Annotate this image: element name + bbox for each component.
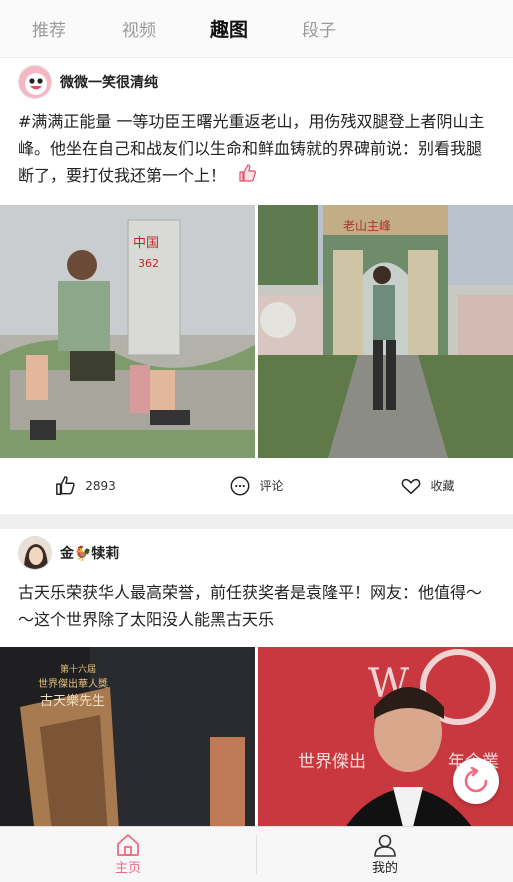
tab-recommend[interactable]: 推荐 [4, 16, 94, 41]
post-body: 古天乐荣获华人最高荣誉，前任获奖者是袁隆平！网友：他值得～～这个世界除了太阳没人… [18, 582, 483, 629]
post-text: 古天乐荣获华人最高荣誉，前任获奖者是袁隆平！网友：他值得～～这个世界除了太阳没人… [0, 577, 513, 633]
avatar[interactable] [18, 535, 52, 570]
tab-jokes[interactable]: 段子 [274, 16, 364, 41]
post-image-memorial-arch[interactable]: 老山主峰 [258, 204, 513, 458]
like-button[interactable]: 2893 [0, 475, 171, 497]
post-actions: 2893 评论 收藏 [0, 458, 513, 514]
favorite-button[interactable]: 收藏 [342, 475, 513, 497]
nav-home-label: 主页 [114, 861, 141, 876]
heart-icon [402, 478, 421, 494]
nav-profile[interactable]: 我的 [257, 827, 513, 882]
avatar[interactable] [18, 65, 52, 99]
thumbs-up-icon [56, 475, 75, 495]
post-image-trophy[interactable]: 第十六屆 世界傑出華人獎 古天樂先生 [0, 646, 255, 826]
post-image-boundary-marker[interactable]: 中国 362 [0, 204, 255, 458]
image-row: 第十六屆 世界傑出華人獎 古天樂先生 W 世界傑出 年企業 [0, 646, 513, 826]
like-count: 2893 [85, 478, 116, 493]
svg-text:世界傑出: 世界傑出 [298, 752, 366, 772]
tab-video[interactable]: 视频 [94, 16, 184, 41]
nav-profile-label: 我的 [371, 861, 398, 876]
image-row: 中国 362 老山主峰 [0, 204, 513, 458]
post-card: 微微一笑很清纯 #满满正能量 一等功臣王曙光重返老山，用伤残双腿登上者阴山主峰。… [0, 58, 513, 514]
svg-text:第十六屆: 第十六屆 [60, 663, 96, 675]
username[interactable]: 微微一笑很清纯 [60, 72, 158, 92]
bottom-nav: 主页 我的 [0, 826, 513, 882]
post-header: 金🐓犊莉 [0, 529, 513, 577]
svg-text:老山主峰: 老山主峰 [343, 219, 391, 233]
username[interactable]: 金🐓犊莉 [60, 543, 119, 563]
comment-icon [231, 476, 250, 495]
divider [0, 513, 513, 523]
comment-button[interactable]: 评论 [171, 475, 342, 497]
tab-funny-pics[interactable]: 趣图 [184, 15, 274, 42]
refresh-button[interactable] [453, 758, 499, 804]
home-icon [117, 834, 139, 856]
refresh-icon [464, 767, 488, 793]
svg-text:古天樂先生: 古天樂先生 [40, 693, 105, 709]
post-card: 金🐓犊莉 古天乐荣获华人最高荣誉，前任获奖者是袁隆平！网友：他值得～～这个世界除… [0, 528, 513, 826]
favorite-label: 收藏 [430, 479, 455, 493]
thumbs-up-emoji-icon [237, 163, 257, 191]
svg-text:362: 362 [138, 257, 159, 270]
svg-text:世界傑出華人獎: 世界傑出華人獎 [38, 677, 108, 690]
svg-text:中国: 中国 [133, 236, 159, 251]
nav-home[interactable]: 主页 [0, 827, 256, 882]
post-text: #满满正能量 一等功臣王曙光重返老山，用伤残双腿登上者阴山主峰。他坐在自己和战友… [0, 106, 513, 191]
post-header: 微微一笑很清纯 [0, 58, 513, 106]
user-icon [374, 834, 396, 857]
comment-label: 评论 [259, 479, 284, 493]
top-tab-bar: 推荐 视频 趣图 段子 [0, 0, 513, 58]
feed[interactable]: 微微一笑很清纯 #满满正能量 一等功臣王曙光重返老山，用伤残双腿登上者阴山主峰。… [0, 58, 513, 826]
